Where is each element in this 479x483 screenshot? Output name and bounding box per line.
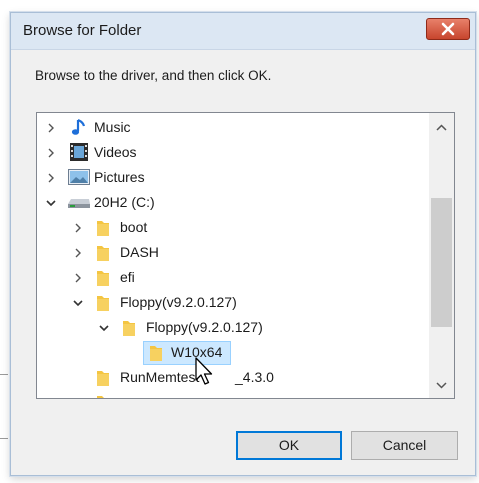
chevron-right-icon[interactable] xyxy=(72,272,84,284)
tree-item-pictures[interactable]: Pictures xyxy=(37,166,429,190)
background-edge-mark xyxy=(0,374,8,375)
chevron-down-icon[interactable] xyxy=(98,322,110,334)
close-button[interactable] xyxy=(426,18,470,40)
tree-item-drive-c[interactable]: 20H2 (C:) xyxy=(37,191,429,215)
folder-icon xyxy=(123,321,135,336)
tree-item-label: Videos xyxy=(94,144,137,160)
folder-icon xyxy=(97,246,109,261)
chevron-right-icon[interactable] xyxy=(45,122,57,134)
browse-for-folder-dialog: Browse for Folder Browse to the driver, … xyxy=(10,12,476,476)
title-bar: Browse for Folder xyxy=(11,13,475,50)
chevron-up-icon xyxy=(436,124,447,131)
tree-item-label: Pictures xyxy=(94,169,145,185)
folder-icon xyxy=(97,371,109,386)
tree-item-label: boot xyxy=(120,219,148,235)
tree-item-label: RunMemtest xyxy=(120,369,200,385)
chevron-right-icon[interactable] xyxy=(72,222,84,234)
chevron-down-icon xyxy=(436,382,447,389)
tree-item-videos[interactable]: Videos xyxy=(37,141,429,165)
vertical-scrollbar[interactable] xyxy=(429,113,454,398)
chevron-right-icon[interactable] xyxy=(45,172,57,184)
tree-item-label-tail: _4.3.0 xyxy=(235,369,274,385)
folder-icon xyxy=(150,346,162,361)
tree-item-label: 20H2 (C:) xyxy=(94,194,155,210)
folder-icon xyxy=(97,271,109,286)
tree-item-dash[interactable]: DASH xyxy=(37,241,429,265)
ok-button[interactable]: OK xyxy=(236,431,342,460)
picture-icon xyxy=(68,169,90,185)
mouse-pointer-icon xyxy=(195,357,213,385)
tree-item-runmemtest[interactable]: RunMemtest _4.3.0 xyxy=(37,366,429,390)
dialog-title: Browse for Folder xyxy=(23,22,142,39)
folder-tree[interactable]: Music Videos Pictures 20H2 (C:) boot DAS… xyxy=(36,112,455,399)
close-x-icon xyxy=(441,22,455,36)
chevron-down-icon[interactable] xyxy=(72,297,84,309)
chevron-right-icon[interactable] xyxy=(45,147,57,159)
tree-item-efi[interactable]: efi xyxy=(37,266,429,290)
tree-item-boot[interactable]: boot xyxy=(37,216,429,240)
tree-item-w10x64[interactable]: W10x64 xyxy=(37,341,429,365)
tree-item-label: Floppy(v9.2.0.127) xyxy=(120,294,237,310)
tree-item-partial[interactable] xyxy=(37,391,429,398)
scroll-thumb[interactable] xyxy=(431,198,452,327)
instruction-text: Browse to the driver, and then click OK. xyxy=(35,68,272,83)
tree-item-music[interactable]: Music xyxy=(37,116,429,140)
chevron-down-icon[interactable] xyxy=(45,197,57,209)
tree-item-label: Music xyxy=(94,119,131,135)
chevron-right-icon[interactable] xyxy=(72,247,84,259)
tree-item-label: Floppy(v9.2.0.127) xyxy=(146,319,263,335)
drive-icon xyxy=(68,199,90,208)
scroll-up-button[interactable] xyxy=(429,117,454,139)
cancel-button[interactable]: Cancel xyxy=(351,431,458,460)
tree-item-floppy[interactable]: Floppy(v9.2.0.127) xyxy=(37,291,429,315)
folder-icon xyxy=(97,396,109,398)
film-strip-icon xyxy=(70,143,88,161)
tree-item-label: DASH xyxy=(120,244,159,260)
background-edge-mark xyxy=(0,438,8,439)
folder-icon xyxy=(97,221,109,236)
music-note-icon xyxy=(71,118,86,135)
folder-icon xyxy=(97,296,109,311)
tree-item-floppy-nested[interactable]: Floppy(v9.2.0.127) xyxy=(37,316,429,340)
tree-item-label: efi xyxy=(120,269,135,285)
scroll-down-button[interactable] xyxy=(429,374,454,396)
